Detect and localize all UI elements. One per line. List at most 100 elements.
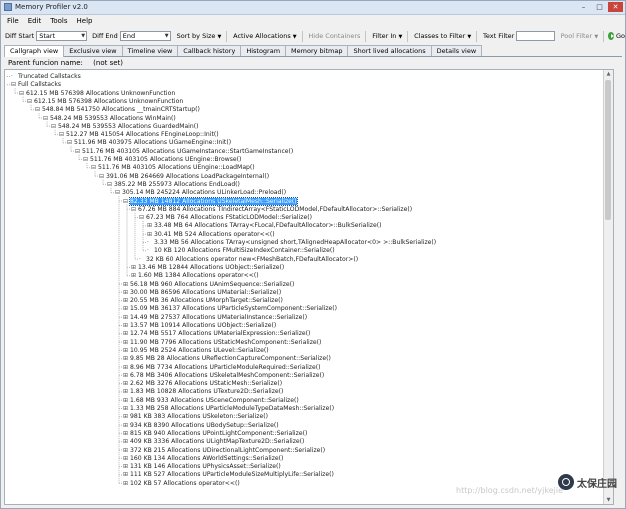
tree-node[interactable]: ⊞ 20.55 MB 36 Allocations UMorphTarget::S…	[123, 297, 283, 304]
expand-icon[interactable]: ⊞	[123, 322, 130, 329]
pool-filter-button[interactable]: Pool Filter ▼	[561, 32, 599, 40]
tree-node[interactable]: ⊟ 511.76 MB 403105 Allocations UEngine::L…	[91, 164, 255, 171]
tree-node[interactable]: ⊟ 612.15 MB 576398 Allocations UnknownFun…	[19, 90, 175, 97]
go-icon[interactable]	[607, 32, 614, 40]
collapse-icon[interactable]: ⊟	[43, 115, 50, 122]
expand-icon[interactable]: ⊞	[131, 272, 138, 279]
collapse-icon[interactable]: ⊟	[131, 206, 138, 213]
callgraph-tree[interactable]: ▲ ▼ · Truncated Callstacks ⊟ Full Callstack…	[4, 69, 614, 505]
tree-node[interactable]: · Truncated Callstacks	[11, 73, 81, 80]
collapse-icon[interactable]: ⊟	[51, 123, 58, 130]
classes-to-filter-button[interactable]: Classes to Filter ▼	[414, 32, 471, 40]
expand-icon[interactable]: ⊞	[123, 372, 130, 379]
scroll-up-icon[interactable]: ▲	[604, 70, 613, 78]
tree-node[interactable]: ⊞ 13.46 MB 12844 Allocations UObject::Ser…	[131, 264, 284, 271]
tree-node[interactable]: · 3.33 MB 56 Allocations TArray<unsigned …	[147, 239, 436, 246]
tree-node[interactable]: ⊟ 548.84 MB 541750 Allocations __tmainCRT…	[35, 106, 200, 113]
collapse-icon[interactable]: ⊟	[107, 181, 114, 188]
scrollbar-thumb[interactable]	[605, 80, 611, 220]
tree-node[interactable]: ⊞ 102 KB 57 Allocations operator<<()	[123, 480, 240, 487]
maximize-icon[interactable]: □	[592, 2, 607, 12]
expand-icon[interactable]: ⊞	[123, 397, 130, 404]
tab-details-view[interactable]: Details view	[430, 45, 483, 56]
tree-node[interactable]: · 10 KB 120 Allocations FMultiSizeIndexCo…	[147, 247, 335, 254]
collapse-icon[interactable]: ⊟	[27, 98, 34, 105]
menu-tools[interactable]: Tools	[50, 17, 67, 25]
collapse-icon[interactable]: ⊟	[91, 164, 98, 171]
expand-icon[interactable]: ⊞	[123, 297, 130, 304]
tree-node[interactable]: ⊟ 511.76 MB 403105 Allocations UEngine::B…	[83, 156, 241, 163]
tree-node[interactable]: ⊞ 1.33 MB 258 Allocations UParticleModule…	[123, 405, 334, 412]
collapse-icon[interactable]: ⊟	[83, 156, 90, 163]
tree-node[interactable]: ⊞ 15.09 MB 36137 Allocations UParticleSys…	[123, 305, 337, 312]
tree-node[interactable]: ⊟ 511.96 MB 403975 Allocations UGameEngin…	[67, 139, 231, 146]
expand-icon[interactable]: ⊞	[123, 305, 130, 312]
tree-node[interactable]: ⊞ 981 KB 383 Allocations USkeleton::Seria…	[123, 413, 268, 420]
tree-node[interactable]: ⊟ 548.24 MB 539553 Allocations WinMain()	[43, 115, 176, 122]
tab-memory-bitmap[interactable]: Memory bitmap	[285, 45, 349, 56]
sort-by-size-button[interactable]: Sort by Size ▼	[177, 32, 222, 40]
expand-icon[interactable]: ⊞	[123, 330, 130, 337]
tree-node[interactable]: ⊟ 548.24 MB 539553 Allocations GuardedMai…	[51, 123, 199, 130]
tree-node[interactable]: ⊞ 30.00 MB 86596 Allocations UMaterial::S…	[123, 289, 281, 296]
expand-icon[interactable]: ⊞	[123, 447, 130, 454]
menu-edit[interactable]: Edit	[28, 17, 42, 25]
menu-file[interactable]: File	[7, 17, 19, 25]
go-label[interactable]: Go	[616, 32, 625, 40]
expand-icon[interactable]: ⊞	[123, 364, 130, 371]
expand-icon[interactable]: ⊞	[123, 339, 130, 346]
tree-node[interactable]: ⊞ 10.95 MB 2524 Allocations ULevel::Seria…	[123, 347, 269, 354]
collapse-icon[interactable]: ⊟	[115, 189, 122, 196]
tree-node[interactable]: ⊞ 12.74 MB 5517 Allocations UMaterialExpr…	[123, 330, 310, 337]
tree-node[interactable]: ⊞ 409 KB 3336 Allocations ULightMapTextur…	[123, 438, 304, 445]
tree-node[interactable]: ⊞ 30.41 MB 524 Allocations operator<<()	[147, 231, 275, 238]
tree-node[interactable]: ⊟ 67.23 MB 764 Allocations FStaticLODMode…	[139, 214, 312, 221]
collapse-icon[interactable]: ⊟	[123, 198, 130, 205]
expand-icon[interactable]: ⊞	[123, 455, 130, 462]
expand-icon[interactable]: ⊞	[123, 380, 130, 387]
tree-node[interactable]: ⊞ 13.57 MB 10914 Allocations UObject::Ser…	[123, 322, 276, 329]
expand-icon[interactable]: ⊞	[147, 222, 154, 229]
tree-node[interactable]: ⊞ 131 KB 146 Allocations UPhysicsAsset::S…	[123, 463, 281, 470]
tree-node[interactable]: ⊞ 33.48 MB 64 Allocations TArray<FLocal,F…	[147, 222, 381, 229]
expand-icon[interactable]: ⊞	[123, 314, 130, 321]
active-allocations-button[interactable]: Active Allocations ▼	[233, 32, 297, 40]
tree-node[interactable]: ⊟ 391.06 MB 264669 Allocations LoadPackag…	[99, 173, 269, 180]
diff-start-combo[interactable]: Start ▼	[36, 31, 88, 41]
diff-end-combo[interactable]: End ▼	[119, 31, 171, 41]
collapse-icon[interactable]: ⊟	[67, 139, 74, 146]
collapse-icon[interactable]: ⊟	[59, 131, 66, 138]
tree-node[interactable]: ⊞ 1.68 MB 933 Allocations USceneComponent…	[123, 397, 299, 404]
tab-exclusive-view[interactable]: Exclusive view	[63, 45, 123, 56]
tree-node[interactable]: · 32 KB 60 Allocations operator new<FMesh…	[139, 256, 358, 263]
collapse-icon[interactable]: ⊟	[35, 106, 42, 113]
filter-in-button[interactable]: Filter In ▼	[372, 32, 402, 40]
collapse-icon[interactable]: ⊟	[75, 148, 82, 155]
tree-node[interactable]: ⊞ 9.85 MB 28 Allocations UReflectionCaptu…	[123, 355, 331, 362]
expand-icon[interactable]: ⊞	[123, 289, 130, 296]
scroll-down-icon[interactable]: ▼	[604, 496, 613, 504]
expand-icon[interactable]: ⊞	[123, 471, 130, 478]
tab-histogram[interactable]: Histogram	[240, 45, 287, 56]
text-filter-input[interactable]	[516, 31, 555, 41]
tree-node[interactable]: ⊞ 8.96 MB 7734 Allocations UParticleModul…	[123, 364, 320, 371]
expand-icon[interactable]: ⊞	[123, 405, 130, 412]
collapse-icon[interactable]: ⊟	[19, 90, 26, 97]
tab-short-lived-allocations[interactable]: Short lived allocations	[347, 45, 432, 56]
minimize-icon[interactable]: –	[576, 2, 591, 12]
tree-node[interactable]: ⊞ 2.62 MB 3276 Allocations UStaticMesh::S…	[123, 380, 282, 387]
tree-node[interactable]: ⊞ 160 KB 134 Allocations AWorldSettings::…	[123, 455, 283, 462]
expand-icon[interactable]: ⊞	[123, 463, 130, 470]
vertical-scrollbar[interactable]: ▲ ▼	[603, 70, 613, 504]
expand-icon[interactable]: ⊞	[123, 438, 130, 445]
tree-node[interactable]: ⊟ 512.27 MB 415054 Allocations FEngineLoo…	[59, 131, 219, 138]
collapse-icon[interactable]: ⊟	[139, 214, 146, 221]
expand-icon[interactable]: ⊞	[123, 281, 130, 288]
expand-icon[interactable]: ⊞	[123, 355, 130, 362]
tree-node[interactable]: ⊞ 934 KB 8390 Allocations UBodySetup::Ser…	[123, 422, 279, 429]
tree-node[interactable]: ⊞ 6.78 MB 3406 Allocations USkeletalMeshC…	[123, 372, 324, 379]
tree-node[interactable]: ⊞ 1.60 MB 1384 Allocations operator<<()	[131, 272, 259, 279]
tree-node[interactable]: ⊞ 56.18 MB 960 Allocations UAnimSequence:…	[123, 281, 294, 288]
tree-node[interactable]: ⊟ 305.14 MB 245224 Allocations ULinkerLoa…	[115, 189, 286, 196]
tree-node[interactable]: ⊞ 11.90 MB 7796 Allocations UStaticMeshCo…	[123, 339, 321, 346]
